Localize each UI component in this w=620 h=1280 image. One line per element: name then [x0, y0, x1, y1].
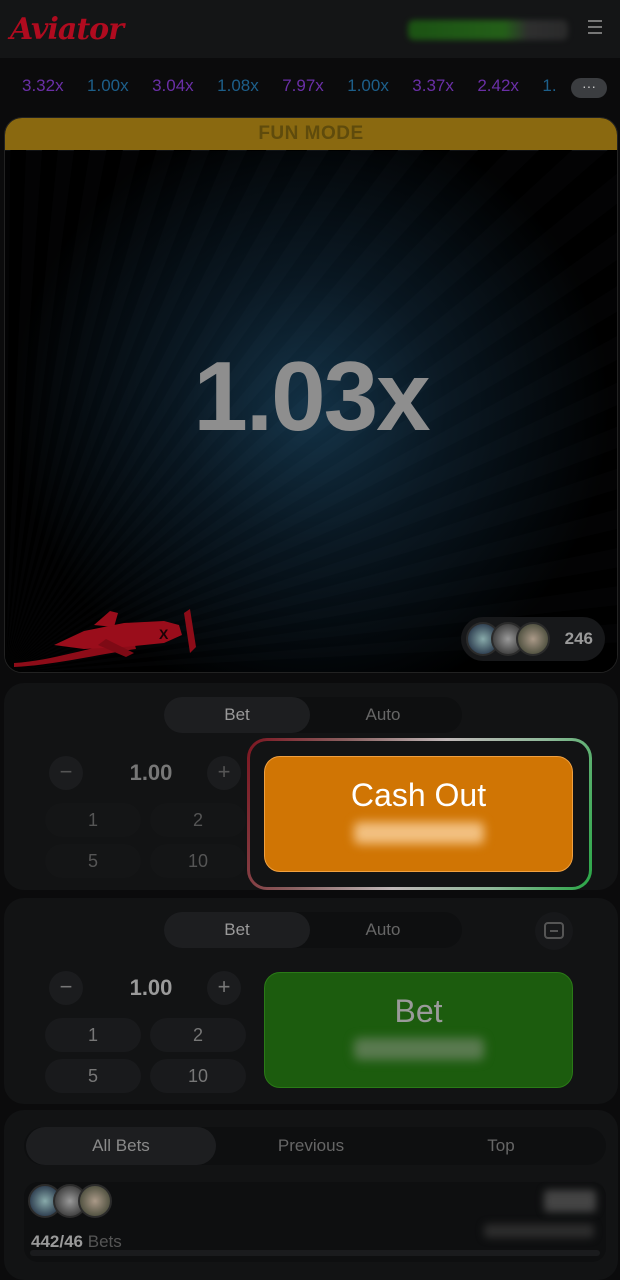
- online-players-badge: 246: [461, 617, 605, 661]
- bets-count-value: 442/46: [31, 1232, 83, 1251]
- quick-amount-button[interactable]: 2: [150, 1018, 246, 1052]
- fun-mode-label: FUN MODE: [258, 123, 364, 144]
- decrease-button[interactable]: −: [49, 756, 83, 790]
- aviator-logo: Aviator: [10, 12, 124, 47]
- game-canvas: FUN MODE 1.03x: [4, 117, 618, 673]
- remove-bet-panel-button[interactable]: [535, 912, 573, 950]
- tab-bet[interactable]: Bet: [164, 697, 310, 733]
- amount-stepper: − 1.00 +: [49, 971, 253, 1007]
- avatar: [516, 622, 550, 656]
- tab-previous[interactable]: Previous: [216, 1127, 406, 1165]
- quick-amount-button[interactable]: 10: [150, 844, 246, 878]
- fun-mode-banner: FUN MODE: [5, 118, 617, 150]
- hamburger-menu-icon[interactable]: [588, 20, 602, 34]
- players-count: 246: [564, 629, 593, 648]
- top-bar: Aviator: [0, 0, 620, 58]
- quick-amount-button[interactable]: 2: [150, 803, 246, 837]
- bets-tabs: All Bets Previous Top: [24, 1127, 606, 1165]
- bets-count-label: Bets: [87, 1232, 122, 1251]
- history-item: 1.00x: [347, 76, 389, 95]
- tab-auto[interactable]: Auto: [310, 912, 456, 948]
- increase-button[interactable]: +: [207, 756, 241, 790]
- history-item: 7.97x: [282, 76, 324, 95]
- bet-mode-tabs: Bet Auto: [164, 697, 462, 733]
- tab-top[interactable]: Top: [406, 1127, 596, 1165]
- quick-amount-button[interactable]: 10: [150, 1059, 246, 1093]
- bet-mode-tabs: Bet Auto: [164, 912, 462, 948]
- amount-value[interactable]: 1.00: [99, 975, 203, 1001]
- quick-amount-button[interactable]: 5: [45, 1059, 141, 1093]
- bets-summary: 442/46 Bets: [24, 1182, 606, 1262]
- balance-display: [408, 20, 568, 40]
- total-win-label: [484, 1224, 594, 1238]
- bet-button[interactable]: Bet: [264, 972, 573, 1088]
- history-item: 3.37x: [412, 76, 454, 95]
- multiplier-history: 3.32x 1.00x 3.04x 1.08x 7.97x 1.00x 3.37…: [0, 62, 620, 112]
- quick-amount-button[interactable]: 1: [45, 1018, 141, 1052]
- total-win-value: [544, 1190, 596, 1212]
- tab-auto[interactable]: Auto: [310, 697, 456, 733]
- bets-progress-bar: [30, 1250, 600, 1256]
- history-item: 1.: [542, 76, 557, 95]
- minus-square-icon: [544, 922, 564, 939]
- bet-label: Bet: [394, 993, 443, 1029]
- history-item: 3.04x: [152, 76, 194, 95]
- history-item: 1.08x: [217, 76, 259, 95]
- avatar: [78, 1184, 112, 1218]
- svg-text:X: X: [159, 626, 169, 642]
- cash-out-amount: [353, 822, 484, 844]
- bet-amount: [353, 1038, 484, 1060]
- quick-amount-button[interactable]: 5: [45, 844, 141, 878]
- bets-list-panel: All Bets Previous Top 442/46 Bets: [4, 1110, 618, 1280]
- cash-out-label: Cash Out: [350, 777, 487, 813]
- quick-amount-button[interactable]: 1: [45, 803, 141, 837]
- cash-out-button[interactable]: Cash Out: [264, 756, 573, 872]
- increase-button[interactable]: +: [207, 971, 241, 1005]
- amount-value[interactable]: 1.00: [99, 760, 203, 786]
- airplane-icon: X: [14, 609, 196, 667]
- history-item: 2.42x: [477, 76, 519, 95]
- tab-all-bets[interactable]: All Bets: [26, 1127, 216, 1165]
- bets-count: 442/46 Bets: [31, 1232, 122, 1252]
- tab-bet[interactable]: Bet: [164, 912, 310, 948]
- amount-stepper: − 1.00 +: [49, 756, 253, 792]
- history-more-button[interactable]: ···: [571, 78, 607, 98]
- current-multiplier: 1.03x: [193, 341, 430, 451]
- history-item: 1.00x: [87, 76, 129, 95]
- history-item: 3.32x: [22, 76, 64, 95]
- decrease-button[interactable]: −: [49, 971, 83, 1005]
